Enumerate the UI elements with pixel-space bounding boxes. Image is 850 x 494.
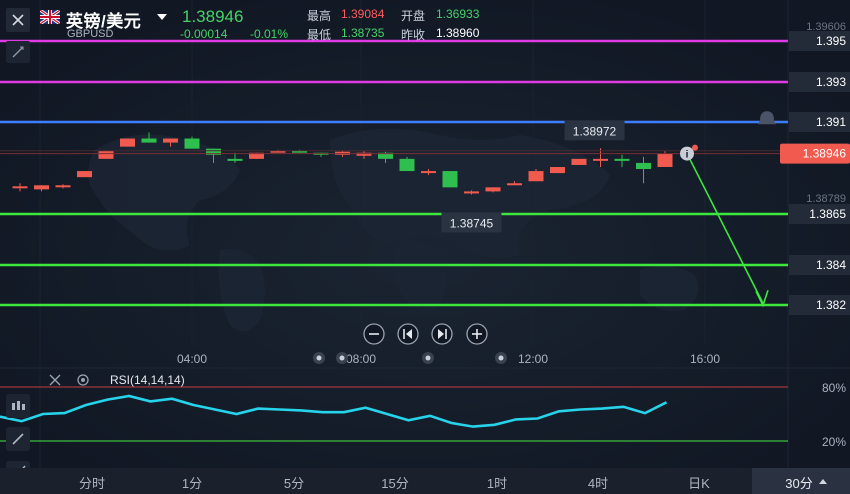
indicator-draw-button[interactable] [6,427,30,451]
tab-timeframe-daily[interactable]: 日K [688,473,710,492]
tab-timeframe-1h[interactable]: 1时 [487,473,507,492]
price-line-label: 1.3865 [809,207,846,221]
candles-icon [12,401,25,410]
high-label: 最高 [307,9,332,23]
rsi-level-label: 80% [822,381,846,395]
candle-body [464,191,479,194]
candle-body [184,138,200,149]
chart-nav-button[interactable] [466,323,488,345]
candle-body [12,186,28,189]
candle [77,171,92,178]
candle-body [55,185,71,188]
last-price: 1.38946 [182,7,244,26]
price-change-percent: -0.01% [250,27,289,41]
trading-chart-app: 1.395 1.393 1.391 1.3865 1.384 1.382 1.39606 1… [0,0,850,494]
pair-code: GBPUSD [67,28,114,40]
candle-body [507,183,522,186]
chart-nav-button[interactable] [363,323,385,345]
pencil-icon [12,433,24,445]
price-line-label: 1.395 [816,34,846,48]
low-label: 最低 [307,28,332,42]
candle-body [77,171,92,178]
candle-body [657,153,673,167]
tab-timeframe-30m[interactable]: 30分 [785,473,812,492]
candle-body [571,158,587,165]
tab-timeframe-4h[interactable]: 4时 [588,473,608,492]
rsi-level-label: 20% [822,435,846,449]
candle-body [421,171,436,174]
high-callout: 1.38972 [573,124,617,138]
chevron-down-icon[interactable] [157,14,167,20]
alert-dot [692,144,698,151]
event-marker[interactable] [422,352,434,364]
prev-close-value: 1.38960 [436,26,480,40]
tab-timeframe-5m[interactable]: 5分 [284,473,304,492]
candle-body [227,158,243,161]
chart-nav-button[interactable] [397,323,419,345]
price-line-label: 1.382 [816,298,846,312]
time-axis-label: 08:00 [346,352,376,366]
rsi-label: RSI(14,14,14) [110,373,185,387]
pencil-icon [12,46,24,58]
time-axis-label: 04:00 [177,352,207,366]
low-callout: 1.38745 [450,216,494,230]
candle-body [593,158,608,161]
candle-body [163,138,178,143]
axis-tick-label: 1.39606 [806,21,846,33]
price-line-label: 1.393 [816,75,846,89]
price-line-label: 1.391 [816,115,846,129]
low-value: 1.38735 [341,26,385,40]
info-icon-glyph: i [686,150,689,161]
open-value: 1.36933 [436,7,480,21]
candle-body [98,150,114,159]
candle [571,158,587,165]
candle-body [34,185,49,190]
time-axis-label: 12:00 [518,352,548,366]
candle [550,166,565,174]
candle-body [636,162,651,170]
tab-timeframe-15m[interactable]: 15分 [381,473,408,492]
prev-close-label: 昨收 [401,28,426,42]
last-price-tag: 1.38946 [803,147,847,161]
high-value: 1.39084 [341,7,385,21]
close-button[interactable] [6,8,30,32]
gear-icon[interactable] [76,373,90,387]
candle [442,171,458,188]
timeframe-bar: 分时 1分 5分 15分 1时 4时 日K 30分 [0,468,850,494]
close-icon [12,14,24,26]
candle-body [614,158,630,161]
event-marker[interactable] [495,352,507,364]
time-axis-label: 16:00 [690,352,720,366]
tab-timeframe-1m[interactable]: 1分 [182,473,202,492]
candle [399,156,415,172]
candle [98,150,114,159]
candle-body [442,171,458,188]
candle-body [485,187,501,192]
price-chart[interactable]: 1.395 1.393 1.391 1.3865 1.384 1.382 1.39606 1… [0,0,850,468]
tab-timeframe-fenshi[interactable]: 分时 [79,473,105,492]
draw-tool-button[interactable] [6,41,30,63]
chevron-up-icon[interactable] [819,479,827,484]
chart-nav-button[interactable] [431,323,453,345]
indicator-candles-button[interactable] [6,394,30,418]
candle [120,138,135,147]
candle-body [120,138,135,147]
candle-body [399,158,415,172]
uk-flag-icon [40,10,60,24]
candle-body [550,166,565,174]
price-line-label: 1.384 [816,258,846,272]
candle-body [141,138,157,143]
close-indicator-icon[interactable] [48,373,62,387]
event-marker[interactable] [336,352,348,364]
open-label: 开盘 [401,9,426,23]
price-change: -0.00014 [180,27,228,41]
candle-body [528,171,544,182]
axis-tick-label: 1.38789 [806,193,846,205]
event-marker[interactable] [313,352,325,364]
